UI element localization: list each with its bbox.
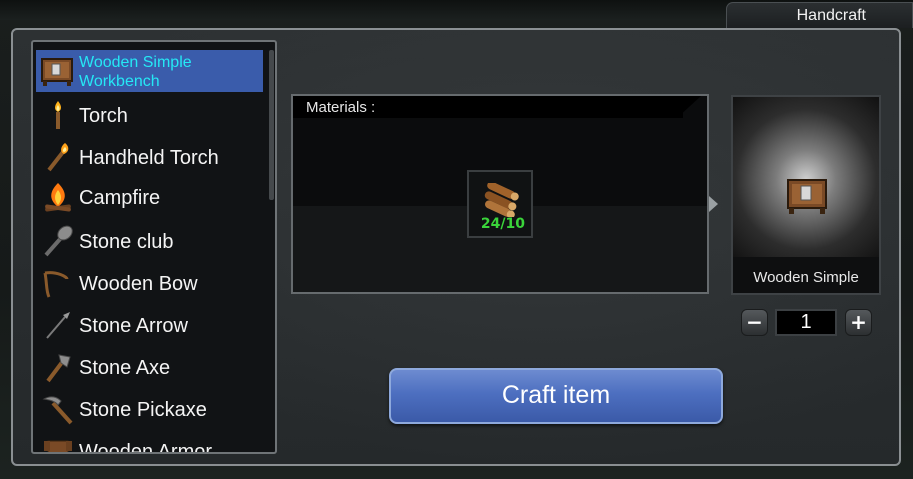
result-preview: Wooden Simple — [731, 95, 881, 295]
quantity-input[interactable]: 1 — [775, 309, 837, 336]
craft-item-button[interactable]: Craft item — [389, 368, 723, 424]
result-arrow-icon — [709, 196, 718, 212]
materials-panel: Materials : 24/10 — [291, 94, 709, 294]
recipe-item-label: Torch — [79, 105, 128, 127]
material-slot[interactable]: 24/10 — [467, 170, 533, 238]
pickaxe-icon — [41, 393, 75, 425]
recipe-item-wooden-armor[interactable]: Wooden Armor — [33, 431, 265, 454]
recipe-item-torch[interactable]: Torch — [33, 95, 265, 135]
material-count: 24/10 — [480, 216, 525, 232]
recipe-list[interactable]: Wooden Simple Workbench Torch Handheld T… — [31, 40, 277, 454]
increase-quantity-button[interactable]: + — [845, 309, 872, 336]
recipe-item-stone-axe[interactable]: Stone Axe — [33, 347, 265, 387]
decrease-quantity-button[interactable]: − — [741, 309, 768, 336]
recipe-item-stone-club[interactable]: Stone club — [33, 221, 265, 261]
recipe-item-stone-arrow[interactable]: Stone Arrow — [33, 305, 265, 345]
recipe-item-label: Stone Axe — [79, 357, 171, 379]
bow-icon — [41, 267, 75, 299]
workbench-icon — [40, 55, 74, 87]
arrow-icon — [41, 309, 75, 341]
handheld-torch-icon — [41, 141, 75, 173]
recipe-item-wooden-simple-workbench[interactable]: Wooden Simple Workbench — [36, 50, 263, 92]
recipe-item-handheld-torch[interactable]: Handheld Torch — [33, 137, 265, 177]
recipe-item-label: Handheld Torch — [79, 147, 219, 169]
armor-icon — [41, 435, 75, 452]
campfire-icon — [41, 181, 75, 213]
materials-header-tip — [677, 96, 701, 118]
handcraft-tab[interactable]: Handcraft — [726, 2, 913, 28]
recipe-item-wooden-bow[interactable]: Wooden Bow — [33, 263, 265, 303]
recipe-item-label: Wooden Simple Workbench — [79, 54, 192, 90]
recipe-item-label: Wooden Armor — [79, 441, 213, 454]
recipe-item-label: Campfire — [79, 187, 161, 209]
recipe-item-label: Wooden Bow — [79, 273, 198, 295]
torch-icon — [41, 99, 75, 131]
workbench-icon — [786, 175, 828, 220]
recipe-item-label: Stone club — [79, 231, 174, 253]
stone-club-icon — [41, 225, 75, 257]
recipe-item-campfire[interactable]: Campfire — [33, 177, 265, 217]
preview-label: Wooden Simple — [753, 269, 859, 286]
axe-icon — [41, 351, 75, 383]
recipe-list-scrollbar[interactable] — [269, 50, 274, 200]
recipe-item-label: Stone Pickaxe — [79, 399, 207, 421]
recipe-item-label: Stone Arrow — [79, 315, 188, 337]
recipe-item-stone-pickaxe[interactable]: Stone Pickaxe — [33, 389, 265, 429]
materials-title: Materials : — [306, 99, 376, 116]
